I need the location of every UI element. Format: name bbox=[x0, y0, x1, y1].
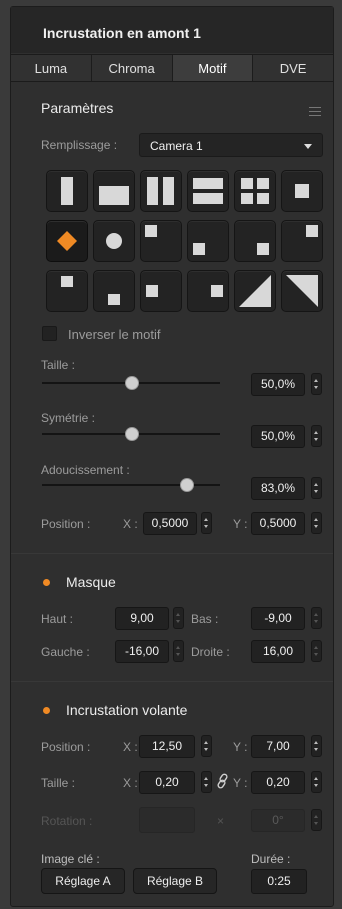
flying-size-y-stepper[interactable] bbox=[311, 771, 322, 793]
tab-luma[interactable]: Luma bbox=[11, 55, 92, 81]
rotation-turns-field bbox=[139, 807, 195, 833]
position-x-field[interactable]: 0,5000 bbox=[143, 512, 197, 535]
set-b-button[interactable]: Réglage B bbox=[133, 868, 217, 894]
pattern-vertical-bar[interactable] bbox=[46, 170, 88, 212]
size-label: Taille : bbox=[41, 358, 76, 372]
pattern-top-left-box[interactable] bbox=[140, 220, 182, 262]
softness-slider-knob[interactable] bbox=[180, 478, 194, 492]
symmetry-value-field[interactable]: 50,0% bbox=[251, 425, 305, 448]
position-x-stepper[interactable] bbox=[201, 512, 212, 534]
pattern-top-right-box[interactable] bbox=[281, 220, 323, 262]
size-slider-knob[interactable] bbox=[125, 376, 139, 390]
size-value-field[interactable]: 50,0% bbox=[251, 373, 305, 396]
pattern-top-right-diagonal[interactable] bbox=[281, 270, 323, 312]
size-stepper[interactable] bbox=[311, 373, 322, 395]
pattern-top-centre-box[interactable] bbox=[46, 270, 88, 312]
pattern-vertical-barn-door[interactable] bbox=[140, 170, 182, 212]
position-y-label: Y : bbox=[233, 517, 248, 531]
softness-value-field[interactable]: 83,0% bbox=[251, 477, 305, 500]
flying-size-y-field[interactable]: 0,20 bbox=[251, 771, 305, 794]
flying-key-heading[interactable]: Incrustation volante bbox=[66, 702, 187, 718]
fill-source-label: Remplissage : bbox=[41, 138, 118, 152]
position-label: Position : bbox=[41, 517, 91, 531]
tab-chroma[interactable]: Chroma bbox=[91, 55, 173, 81]
panel-header: Incrustation en amont 1 bbox=[11, 7, 333, 53]
mask-top-label: Haut : bbox=[41, 612, 74, 626]
position-y-stepper[interactable] bbox=[311, 512, 322, 534]
pattern-bottom-right-box[interactable] bbox=[234, 220, 276, 262]
pattern-right-centre-box[interactable] bbox=[187, 270, 229, 312]
rotation-separator: × bbox=[217, 814, 225, 828]
pattern-box-iris[interactable] bbox=[281, 170, 323, 212]
mask-left-field[interactable]: -16,00 bbox=[115, 640, 169, 663]
rotation-label: Rotation : bbox=[41, 814, 93, 828]
pattern-left-centre-box[interactable] bbox=[140, 270, 182, 312]
chain-link-icon[interactable] bbox=[216, 771, 230, 791]
pattern-bottom-left-box[interactable] bbox=[187, 220, 229, 262]
flying-size-x-stepper[interactable] bbox=[201, 771, 212, 793]
parameters-heading: Paramètres bbox=[41, 100, 114, 116]
keyframe-label: Image clé : bbox=[41, 852, 100, 866]
flying-position-y-label: Y : bbox=[233, 740, 248, 754]
panel-title: Incrustation en amont 1 bbox=[43, 25, 201, 41]
position-y-field[interactable]: 0,5000 bbox=[251, 512, 305, 535]
softness-label: Adoucissement : bbox=[41, 463, 130, 477]
mask-left-label: Gauche : bbox=[41, 645, 90, 659]
flying-key-enabled-indicator[interactable] bbox=[43, 707, 50, 714]
duration-label: Durée : bbox=[251, 852, 291, 866]
tab-dve[interactable]: DVE bbox=[253, 55, 333, 81]
duration-field[interactable]: 0:25 bbox=[251, 869, 307, 894]
flying-size-label: Taille : bbox=[41, 776, 76, 790]
flying-position-y-stepper[interactable] bbox=[311, 735, 322, 757]
pattern-diamond-iris[interactable] bbox=[46, 220, 88, 262]
symmetry-slider-knob[interactable] bbox=[125, 427, 139, 441]
section-divider bbox=[11, 553, 333, 554]
pattern-top-left-diagonal[interactable] bbox=[234, 270, 276, 312]
upstream-key-panel: Incrustation en amont 1 Luma Chroma Moti… bbox=[10, 6, 334, 907]
mask-right-label: Droite : bbox=[191, 645, 230, 659]
fill-source-dropdown[interactable]: Camera 1 bbox=[139, 133, 323, 157]
flying-position-x-stepper[interactable] bbox=[201, 735, 212, 757]
mask-right-stepper[interactable] bbox=[311, 640, 322, 662]
mask-bottom-stepper[interactable] bbox=[311, 607, 322, 629]
set-a-button[interactable]: Réglage A bbox=[41, 868, 125, 894]
chevron-down-icon bbox=[304, 144, 312, 149]
tab-pattern[interactable]: Motif bbox=[172, 55, 254, 81]
flying-position-label: Position : bbox=[41, 740, 91, 754]
rotation-degrees-field: 0° bbox=[251, 809, 305, 832]
fill-source-value: Camera 1 bbox=[150, 139, 203, 153]
flying-size-x-field[interactable]: 0,20 bbox=[139, 771, 195, 794]
pattern-horizontal-bar[interactable] bbox=[93, 170, 135, 212]
flying-position-y-field[interactable]: 7,00 bbox=[251, 735, 305, 758]
flying-size-y-label: Y : bbox=[233, 776, 248, 790]
pattern-horizontal-barn-door[interactable] bbox=[187, 170, 229, 212]
softness-stepper[interactable] bbox=[311, 477, 322, 499]
section-divider bbox=[11, 681, 333, 682]
mask-enabled-indicator[interactable] bbox=[43, 579, 50, 586]
symmetry-label: Symétrie : bbox=[41, 411, 96, 425]
pattern-circle-iris[interactable] bbox=[93, 220, 135, 262]
mask-bottom-label: Bas : bbox=[191, 612, 219, 626]
pattern-corners-in[interactable] bbox=[234, 170, 276, 212]
rotation-stepper bbox=[311, 809, 322, 831]
flying-position-x-field[interactable]: 12,50 bbox=[139, 735, 195, 758]
symmetry-stepper[interactable] bbox=[311, 425, 322, 447]
invert-pattern-label: Inverser le motif bbox=[68, 327, 161, 342]
flying-position-x-label: X : bbox=[123, 740, 138, 754]
mask-bottom-field[interactable]: -9,00 bbox=[251, 607, 305, 630]
mask-heading[interactable]: Masque bbox=[66, 574, 116, 590]
position-x-label: X : bbox=[123, 517, 138, 531]
mask-left-stepper[interactable] bbox=[173, 640, 184, 662]
invert-pattern-checkbox[interactable] bbox=[42, 326, 57, 341]
hamburger-menu-icon[interactable] bbox=[309, 107, 321, 116]
mask-top-field[interactable]: 9,00 bbox=[115, 607, 169, 630]
mask-right-field[interactable]: 16,00 bbox=[251, 640, 305, 663]
flying-size-x-label: X : bbox=[123, 776, 138, 790]
mask-top-stepper[interactable] bbox=[173, 607, 184, 629]
key-type-tabs: Luma Chroma Motif DVE bbox=[11, 54, 333, 82]
pattern-bottom-centre-box[interactable] bbox=[93, 270, 135, 312]
